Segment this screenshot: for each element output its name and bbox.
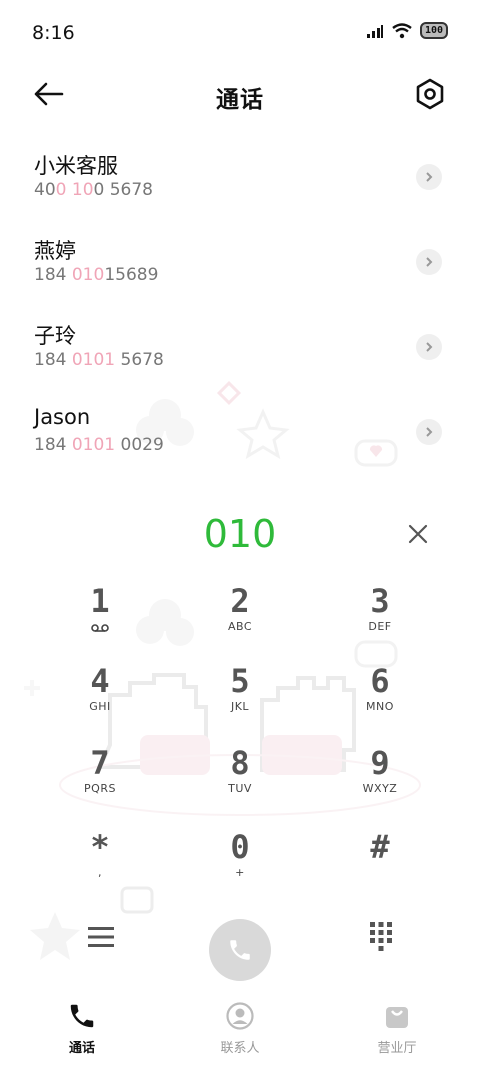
nav-store-label: 营业厅 [377, 1041, 417, 1056]
contact-name: Jason [34, 405, 91, 429]
phone-icon [230, 940, 250, 960]
contact-number: 184 0101 5678 [34, 350, 164, 370]
key-2[interactable]: 2 ABC [180, 584, 300, 654]
bottom-navigation: 通话 联系人 营业厅 [0, 995, 480, 1067]
chevron-right-icon[interactable] [416, 334, 442, 360]
key-4[interactable]: 4 GHI [40, 664, 160, 734]
contact-item[interactable]: Jason 184 0101 0029 [0, 395, 480, 480]
menu-icon[interactable] [86, 924, 116, 950]
key-hash[interactable]: # [320, 830, 440, 900]
header: 通话 [0, 64, 480, 124]
person-icon [226, 1002, 254, 1030]
key-9[interactable]: 9 WXYZ [320, 746, 440, 816]
signal-icon [366, 24, 383, 38]
key-8[interactable]: 8 TUV [180, 746, 300, 816]
page-title: 通话 [216, 87, 264, 113]
contact-number: 400 100 5678 [34, 180, 153, 200]
contact-number: 184 01015689 [34, 265, 159, 285]
key-1[interactable]: 1 [40, 584, 160, 654]
status-time: 8:16 [32, 22, 75, 44]
key-5[interactable]: 5 JKL [180, 664, 300, 734]
key-0[interactable]: 0 + [180, 830, 300, 900]
contact-item[interactable]: 子玲 184 0101 5678 [0, 310, 480, 395]
contact-name: 燕婷 [34, 239, 76, 263]
key-7[interactable]: 7 PQRS [40, 746, 160, 816]
nav-contacts-label: 联系人 [220, 1041, 260, 1056]
close-icon[interactable] [404, 520, 432, 548]
contact-item[interactable]: 燕婷 184 01015689 [0, 225, 480, 310]
nav-store[interactable]: 营业厅 [342, 1001, 452, 1056]
contact-name: 小米客服 [34, 154, 118, 178]
nav-calls-label: 通话 [68, 1041, 95, 1056]
contact-suggestions: 小米客服 400 100 5678 燕婷 184 01015689 子玲 184… [0, 140, 480, 480]
chevron-right-icon[interactable] [416, 164, 442, 190]
dialpad-icon[interactable] [367, 920, 395, 952]
battery-icon: 100 [419, 22, 448, 39]
call-button[interactable] [209, 919, 271, 981]
shopping-bag-icon [386, 1007, 408, 1028]
status-bar: 8:16 100 [0, 0, 480, 64]
settings-icon[interactable] [412, 76, 448, 112]
phone-icon [70, 1004, 94, 1028]
chevron-right-icon[interactable] [416, 419, 442, 445]
contact-number: 184 0101 0029 [34, 435, 164, 455]
key-3[interactable]: 3 DEF [320, 584, 440, 654]
key-6[interactable]: 6 MNO [320, 664, 440, 734]
wifi-icon [392, 22, 412, 38]
contact-name: 子玲 [34, 324, 76, 348]
key-star[interactable]: * , [40, 830, 160, 900]
chevron-right-icon[interactable] [416, 249, 442, 275]
nav-contacts[interactable]: 联系人 [185, 1001, 295, 1056]
contact-item[interactable]: 小米客服 400 100 5678 [0, 140, 480, 225]
nav-calls[interactable]: 通话 [27, 1001, 137, 1056]
voicemail-icon [91, 624, 109, 632]
